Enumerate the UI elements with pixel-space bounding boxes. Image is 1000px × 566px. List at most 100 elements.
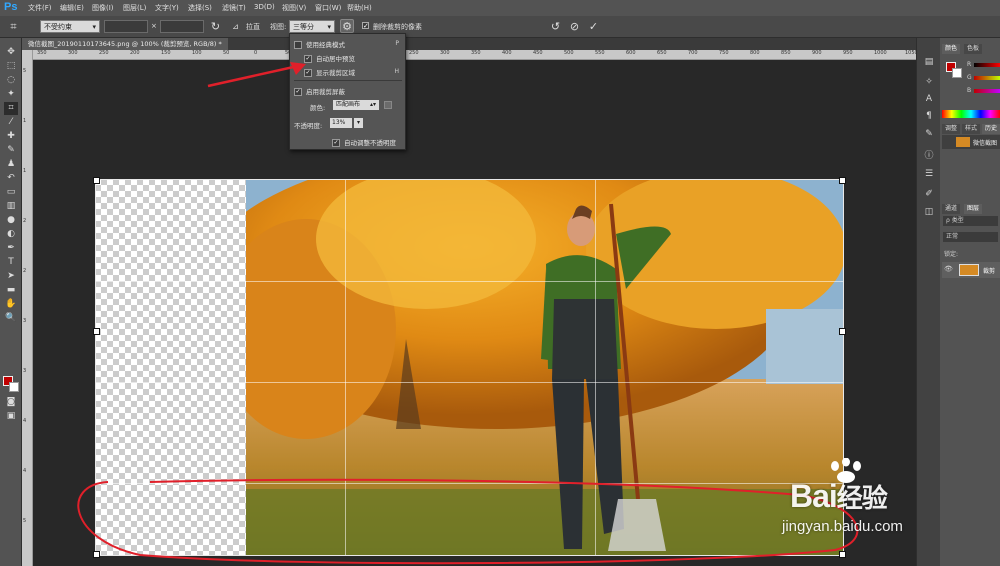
layer-comps-icon[interactable]: ◫ (922, 206, 936, 219)
type-tool-icon[interactable]: T (4, 256, 18, 269)
ratio-dropdown[interactable]: 不受约束 ▾ (40, 20, 100, 33)
crop-handle-left[interactable] (93, 328, 100, 335)
crop-tool-icon[interactable]: ⌗ (4, 102, 18, 115)
document-tab[interactable]: 微信截图_20190110173645.png @ 100% (裁剪预览, RG… (22, 38, 228, 50)
menu-type[interactable]: 文字(Y) (155, 3, 179, 13)
cancel-icon[interactable]: ⊘ (567, 19, 582, 34)
r-slider[interactable] (974, 63, 1000, 67)
gear-icon[interactable]: ⚙ (340, 19, 354, 33)
ruler-tick: 750 (719, 50, 729, 56)
magic-wand-tool-icon[interactable]: ✦ (4, 88, 18, 101)
gradient-tool-icon[interactable]: ▥ (4, 200, 18, 213)
info-panel-icon[interactable]: ⓘ (922, 150, 936, 163)
dodge-tool-icon[interactable]: ◐ (4, 228, 18, 241)
paragraph-panel-icon[interactable]: ¶ (922, 110, 936, 123)
character-panel-icon[interactable]: A (922, 93, 936, 106)
tab-color[interactable]: 颜色 (942, 44, 961, 54)
shape-tool-icon[interactable]: ▬ (4, 284, 18, 297)
shield-color-dropdown[interactable]: 匹配画布 ▴▾ (333, 100, 379, 110)
menu-image[interactable]: 图像(I) (92, 3, 114, 13)
quick-mask-icon[interactable]: ◙ (4, 396, 18, 409)
show-cropped-option[interactable]: ✓ 显示裁剪区域 (304, 67, 355, 77)
b-slider[interactable] (974, 89, 1000, 93)
height-field[interactable] (160, 20, 204, 33)
path-selection-tool-icon[interactable]: ➤ (4, 270, 18, 283)
blur-tool-icon[interactable]: ● (4, 214, 18, 227)
crop-handle-right[interactable] (839, 328, 846, 335)
view-dropdown[interactable]: 三等分 ▾ (289, 20, 335, 33)
history-panel-icon[interactable]: ▤ (922, 56, 936, 69)
blend-mode-dropdown[interactable]: 正常 (943, 232, 998, 242)
brush-tool-icon[interactable]: ✎ (4, 144, 18, 157)
show-cropped-label: 显示裁剪区域 (316, 69, 355, 77)
properties-panel-icon[interactable]: ☰ (922, 168, 936, 181)
tab-adjustments[interactable]: 调整 (942, 124, 961, 134)
screen-mode-icon[interactable]: ▣ (4, 410, 18, 423)
menu-filter[interactable]: 滤镜(T) (222, 3, 246, 13)
straighten-icon[interactable]: ⊿ (228, 19, 243, 34)
crop-handle-top-right[interactable] (839, 177, 846, 184)
history-item[interactable]: 微信截图 (942, 135, 1000, 149)
color-spectrum-bar[interactable] (942, 110, 1000, 118)
brush-panel-icon[interactable]: ✧ (922, 76, 936, 89)
shield-color-swatch[interactable] (384, 101, 392, 109)
enable-shield-checkbox[interactable]: ✓ (294, 88, 302, 96)
opacity-slider-toggle[interactable]: ▾ (354, 118, 363, 128)
auto-center-checkbox[interactable]: ✓ (304, 55, 312, 63)
classic-mode-option[interactable]: 使用经典模式 (294, 39, 345, 49)
crop-tool-preset-icon[interactable]: ⌗ (6, 19, 21, 34)
tab-styles[interactable]: 样式 (962, 124, 981, 134)
tab-channels[interactable]: 通道 (942, 204, 961, 214)
menu-edit[interactable]: 编辑(E) (60, 3, 84, 13)
swap-icon[interactable]: ↻ (208, 19, 223, 34)
crop-handle-bottom-right[interactable] (839, 551, 846, 558)
enable-shield-option[interactable]: ✓ 启用裁剪屏蔽 (294, 86, 345, 96)
menu-3d[interactable]: 3D(D) (254, 3, 275, 11)
opacity-value: 13% (332, 119, 346, 126)
commit-check-icon[interactable]: ✓ (586, 19, 601, 34)
lasso-tool-icon[interactable]: ◌ (4, 74, 18, 87)
pen-tool-icon[interactable]: ✒ (4, 242, 18, 255)
layer-row[interactable]: 👁 裁剪 (942, 262, 1000, 278)
marquee-tool-icon[interactable]: ⬚ (4, 60, 18, 73)
stamp-tool-icon[interactable]: ♟ (4, 158, 18, 171)
menu-window[interactable]: 窗口(W) (315, 3, 341, 13)
crop-handle-top-left[interactable] (93, 177, 100, 184)
hand-tool-icon[interactable]: ✋ (4, 298, 18, 311)
enable-shield-label: 启用裁剪屏蔽 (306, 88, 345, 96)
menu-layer[interactable]: 图层(L) (123, 3, 146, 13)
layer-filter-dropdown[interactable]: ρ 类型 (943, 216, 998, 226)
show-cropped-checkbox[interactable]: ✓ (304, 69, 312, 77)
move-tool-icon[interactable]: ✥ (4, 46, 18, 59)
background-color-swatch[interactable] (9, 382, 19, 392)
delete-cropped-checkbox[interactable]: ✓ (362, 22, 369, 30)
crop-bounding-box[interactable] (93, 177, 846, 558)
classic-mode-checkbox[interactable] (294, 41, 302, 49)
zoom-tool-icon[interactable]: 🔍 (4, 312, 18, 325)
eye-icon[interactable]: 👁 (944, 265, 953, 273)
g-slider[interactable] (974, 76, 1000, 80)
auto-adjust-option[interactable]: ✓ 自动调整不透明度 (332, 137, 396, 147)
reset-icon[interactable]: ↺ (548, 19, 563, 34)
healing-brush-tool-icon[interactable]: ✚ (4, 130, 18, 143)
tab-layers[interactable]: 图层 (964, 204, 983, 214)
tab-swatches[interactable]: 色板 (964, 44, 983, 54)
straighten-label[interactable]: 拉直 (246, 22, 260, 32)
thirds-grid-line-v2 (595, 180, 596, 555)
tab-history[interactable]: 历史 (982, 124, 1000, 134)
history-brush-tool-icon[interactable]: ↶ (4, 172, 18, 185)
opacity-input[interactable]: 13% (330, 118, 352, 128)
menu-file[interactable]: 文件(F) (28, 3, 52, 13)
width-field[interactable] (104, 20, 148, 33)
eyedropper-tool-icon[interactable]: ⁄ (4, 116, 18, 129)
panel-background-swatch[interactable] (952, 68, 962, 78)
eraser-tool-icon[interactable]: ▭ (4, 186, 18, 199)
auto-adjust-checkbox[interactable]: ✓ (332, 139, 340, 147)
menu-view[interactable]: 视图(V) (282, 3, 306, 13)
crop-handle-bottom-left[interactable] (93, 551, 100, 558)
paths-panel-icon[interactable]: ✐ (922, 188, 936, 201)
auto-center-option[interactable]: ✓ 自动居中预览 (304, 53, 355, 63)
menu-select[interactable]: 选择(S) (188, 3, 212, 13)
menu-help[interactable]: 帮助(H) (347, 3, 372, 13)
tool-presets-icon[interactable]: ✎ (922, 128, 936, 141)
